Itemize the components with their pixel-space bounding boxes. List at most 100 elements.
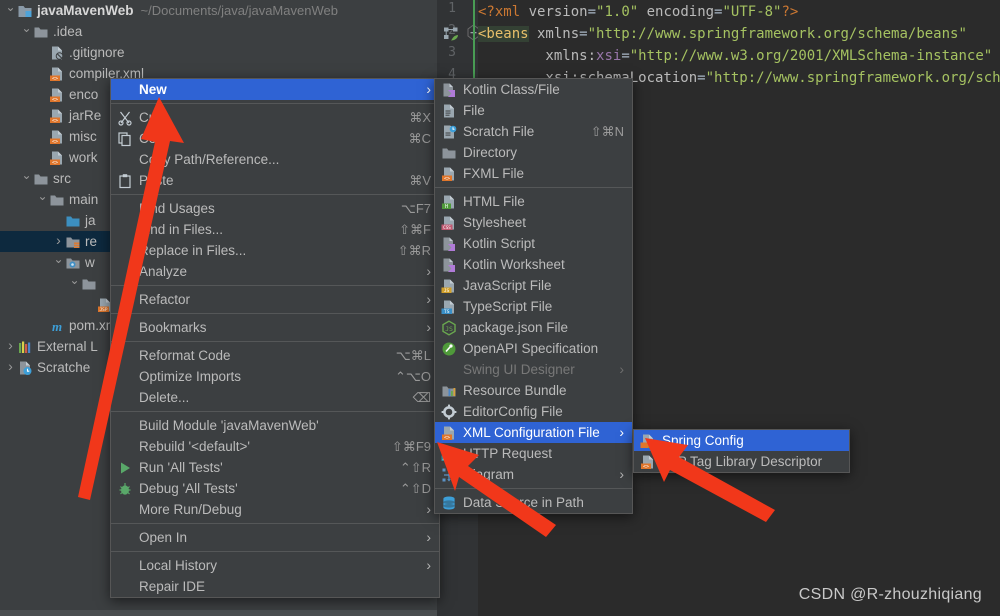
menu-item-label: HTML File bbox=[463, 194, 525, 209]
menu-item[interactable]: More Run/Debug › bbox=[111, 499, 439, 520]
xml-file-icon: <> bbox=[49, 150, 65, 166]
menu-item[interactable]: <> FXML File bbox=[435, 163, 632, 184]
menu-item[interactable]: Analyze › bbox=[111, 261, 439, 282]
menu-item[interactable]: Cut ⌘X bbox=[111, 107, 439, 128]
menu-item[interactable]: Data Source in Path bbox=[435, 492, 632, 513]
menu-item[interactable]: H HTML File bbox=[435, 191, 632, 212]
svg-text:<>: <> bbox=[444, 435, 450, 441]
tree-row[interactable]: .gitignore bbox=[0, 42, 437, 63]
menu-item-shortcut: ⌫ bbox=[412, 390, 431, 405]
tree-expand-arrow[interactable] bbox=[68, 273, 81, 295]
menu-item[interactable]: <> XML Configuration File › bbox=[435, 422, 632, 443]
menu-item-label: Diagram bbox=[463, 467, 515, 482]
menu-item-shortcut: ⌘C bbox=[408, 131, 431, 146]
menu-item[interactable]: Resource Bundle bbox=[435, 380, 632, 401]
file-icon bbox=[441, 103, 457, 119]
menu-item[interactable]: Diagram › bbox=[435, 464, 632, 485]
code-token: <beans bbox=[478, 26, 529, 42]
menu-item-label: Find in Files... bbox=[139, 222, 224, 237]
menu-item[interactable]: Find Usages ⌥F7 bbox=[111, 198, 439, 219]
menu-item[interactable]: Swing UI Designer › bbox=[435, 359, 632, 380]
menu-item[interactable]: Run 'All Tests' ⌃⇧R bbox=[111, 457, 439, 478]
menu-item-icon: JS bbox=[441, 278, 458, 294]
menu-item[interactable]: Debug 'All Tests' ⌃⇧D bbox=[111, 478, 439, 499]
tree-expand-arrow[interactable] bbox=[20, 168, 33, 190]
tree-expand-arrow[interactable] bbox=[4, 356, 17, 379]
tree-row[interactable]: .idea bbox=[0, 21, 437, 42]
menu-item[interactable]: <> JSP Tag Library Descriptor bbox=[634, 451, 849, 472]
chevron-right-icon: › bbox=[426, 557, 431, 573]
chevron-right-icon: › bbox=[619, 466, 624, 482]
menu-item[interactable]: OpenAPI Specification bbox=[435, 338, 632, 359]
menu-item[interactable]: Rebuild '<default>' ⇧⌘F9 bbox=[111, 436, 439, 457]
menu-item[interactable]: Open In › bbox=[111, 527, 439, 548]
menu-item[interactable]: Spring Config bbox=[634, 430, 849, 451]
menu-item[interactable]: API HTTP Request bbox=[435, 443, 632, 464]
tree-item-label: re bbox=[85, 234, 98, 249]
menu-item-icon bbox=[117, 131, 134, 147]
svg-text:JS: JS bbox=[445, 325, 453, 333]
menu-item[interactable]: Reformat Code ⌥⌘L bbox=[111, 345, 439, 366]
code-line: <beans xmlns="http://www.springframework… bbox=[478, 23, 1000, 45]
maven-icon: m bbox=[49, 318, 65, 334]
menu-item[interactable]: Optimize Imports ⌃⌥O bbox=[111, 366, 439, 387]
menu-item[interactable]: JS package.json File bbox=[435, 317, 632, 338]
menu-item-label: XML Configuration File bbox=[463, 425, 600, 440]
menu-item[interactable]: Local History › bbox=[111, 555, 439, 576]
svg-text:<>: <> bbox=[52, 160, 58, 166]
tree-item-path: ~/Documents/java/javaMavenWeb bbox=[140, 3, 338, 18]
menu-item-icon bbox=[640, 433, 657, 449]
menu-item[interactable]: Kotlin Worksheet bbox=[435, 254, 632, 275]
menu-item[interactable]: Find in Files... ⇧⌘F bbox=[111, 219, 439, 240]
tree-expand-arrow[interactable] bbox=[52, 230, 65, 253]
tree-expand-arrow[interactable] bbox=[4, 335, 17, 358]
menu-item-shortcut: ⌥F7 bbox=[400, 201, 431, 216]
menu-item-shortcut: ⌘V bbox=[409, 173, 431, 188]
svg-text:<>: <> bbox=[52, 118, 58, 124]
tree-expand-arrow[interactable] bbox=[52, 252, 65, 274]
css-file-icon: CSS bbox=[441, 215, 457, 231]
menu-item[interactable]: Kotlin Class/File bbox=[435, 79, 632, 100]
menu-item[interactable]: Replace in Files... ⇧⌘R bbox=[111, 240, 439, 261]
menu-item[interactable]: Refactor › bbox=[111, 289, 439, 310]
xml-file-icon: <> bbox=[49, 66, 65, 82]
code-token: "http://www.springframework.org/schema/b… bbox=[587, 26, 967, 42]
menu-item[interactable]: Paste ⌘V bbox=[111, 170, 439, 191]
menu-item[interactable]: File bbox=[435, 100, 632, 121]
menu-item[interactable]: Build Module 'javaMavenWeb' bbox=[111, 415, 439, 436]
menu-item[interactable]: CSS Stylesheet bbox=[435, 212, 632, 233]
context-menu[interactable]: New › Cut ⌘X Copy ⌘C Copy Path/Reference... Pas… bbox=[110, 78, 440, 598]
svg-text:<>: <> bbox=[52, 97, 58, 103]
menu-item[interactable]: Copy Path/Reference... bbox=[111, 149, 439, 170]
tree-expand-arrow[interactable] bbox=[4, 0, 17, 22]
spring-bean-gutter-icon[interactable] bbox=[443, 26, 460, 47]
menu-item[interactable]: TS TypeScript File bbox=[435, 296, 632, 317]
menu-item-label: Replace in Files... bbox=[139, 243, 247, 258]
menu-item-icon bbox=[441, 404, 458, 420]
menu-item[interactable]: Directory bbox=[435, 142, 632, 163]
xml-configuration-submenu[interactable]: Spring Config <> JSP Tag Library Descripto… bbox=[633, 429, 850, 473]
tree-row[interactable]: javaMavenWeb ~/Documents/java/javaMavenWe… bbox=[0, 0, 437, 21]
tree-item-label: src bbox=[53, 171, 71, 186]
chevron-right-icon: › bbox=[619, 361, 624, 377]
svg-text:CSS: CSS bbox=[443, 225, 451, 231]
menu-item[interactable]: Scratch File ⇧⌘N bbox=[435, 121, 632, 142]
menu-item[interactable]: JS JavaScript File bbox=[435, 275, 632, 296]
new-submenu[interactable]: Kotlin Class/File File Scratch File ⇧⌘N Dire… bbox=[434, 78, 633, 514]
menu-item[interactable]: New › bbox=[111, 79, 439, 100]
menu-separator bbox=[111, 523, 439, 524]
code-token: version bbox=[520, 4, 588, 20]
tree-expand-arrow[interactable] bbox=[36, 189, 49, 211]
menu-item[interactable]: Kotlin Script bbox=[435, 233, 632, 254]
menu-item[interactable]: Copy ⌘C bbox=[111, 128, 439, 149]
menu-item[interactable]: Bookmarks › bbox=[111, 317, 439, 338]
fold-region-line bbox=[473, 0, 475, 86]
menu-separator bbox=[111, 313, 439, 314]
menu-item-icon: H bbox=[441, 194, 458, 210]
menu-item-label: TypeScript File bbox=[463, 299, 553, 314]
menu-item[interactable]: EditorConfig File bbox=[435, 401, 632, 422]
menu-item[interactable]: Delete... ⌫ bbox=[111, 387, 439, 408]
tree-expand-arrow[interactable] bbox=[20, 21, 33, 43]
menu-item-label: Stylesheet bbox=[463, 215, 527, 230]
menu-item[interactable]: Repair IDE bbox=[111, 576, 439, 597]
